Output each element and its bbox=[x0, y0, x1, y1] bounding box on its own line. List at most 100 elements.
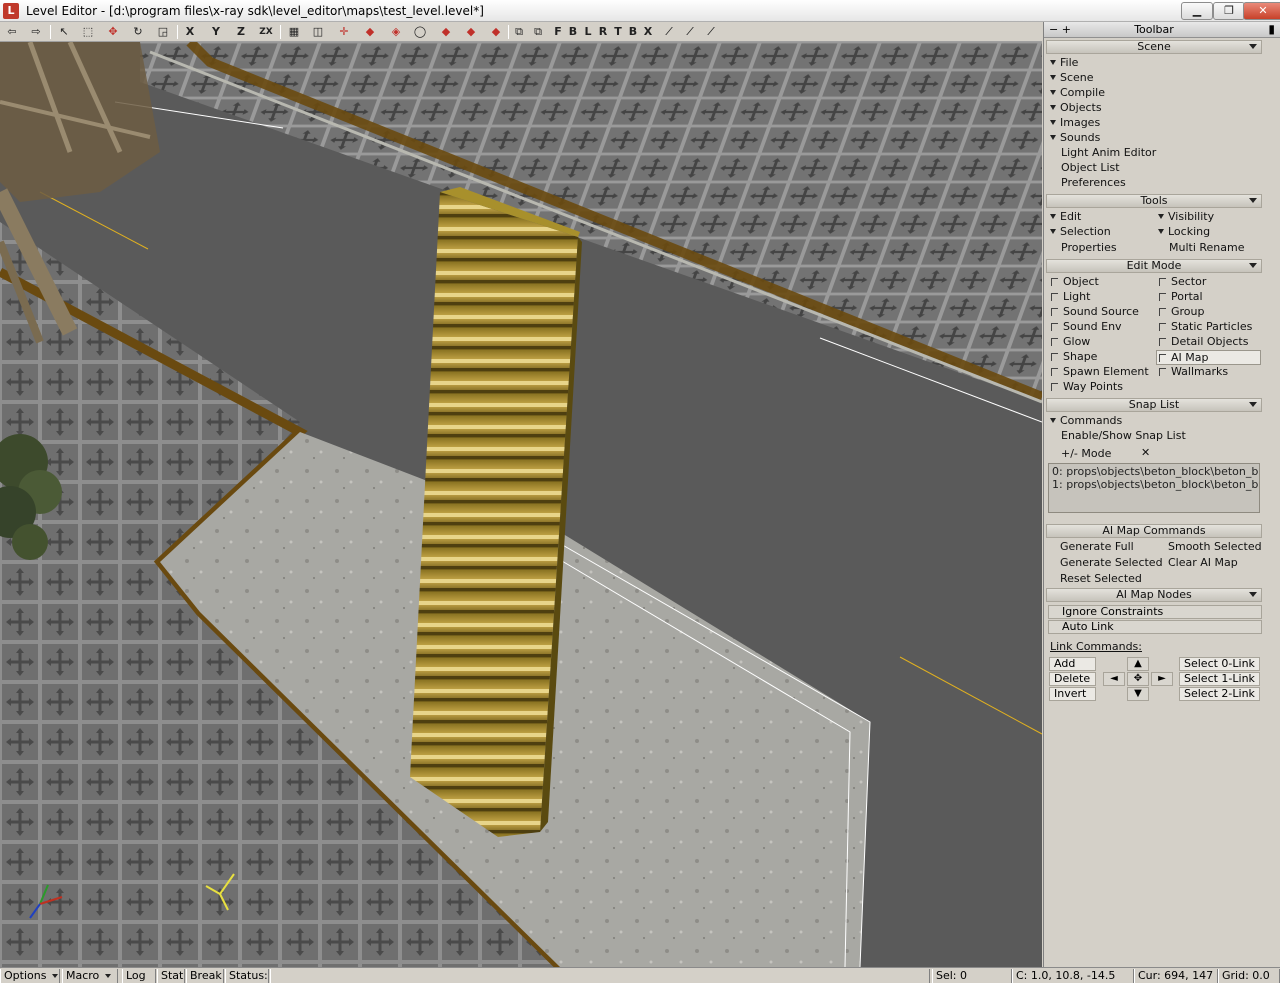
snap-vertex-icon[interactable]: ✛ bbox=[336, 24, 352, 40]
link-delete-button[interactable]: Delete bbox=[1049, 672, 1096, 686]
move-icon[interactable]: ✥ bbox=[105, 24, 121, 40]
mode-sound-source[interactable]: Sound Source bbox=[1051, 305, 1139, 319]
snap-clear-icon[interactable]: ✕ bbox=[1141, 446, 1153, 460]
link-left-icon[interactable]: ◄ bbox=[1103, 672, 1125, 686]
axis-zx-icon[interactable]: ZX bbox=[256, 24, 276, 40]
generate-full-button[interactable]: Generate Full bbox=[1060, 540, 1134, 554]
menu-scene[interactable]: Scene bbox=[1050, 71, 1094, 85]
snap-scale-icon[interactable]: ◆ bbox=[488, 24, 504, 40]
ai-map-commands-section-header[interactable]: AI Map Commands bbox=[1046, 524, 1262, 538]
link-up-icon[interactable]: ▲ bbox=[1127, 657, 1149, 671]
edit-mode-section-header[interactable]: Edit Mode bbox=[1046, 259, 1262, 273]
3d-viewport[interactable] bbox=[0, 42, 1042, 967]
mode-way-points[interactable]: Way Points bbox=[1051, 380, 1123, 394]
axis-y-icon[interactable]: Y bbox=[208, 24, 224, 40]
tools-multi-rename[interactable]: Multi Rename bbox=[1169, 241, 1245, 255]
link-add-button[interactable]: Add bbox=[1049, 657, 1096, 671]
mode-shape[interactable]: Shape bbox=[1051, 350, 1097, 364]
camera-plane-icon[interactable]: ⁄ bbox=[661, 24, 677, 40]
snap-magnet-icon[interactable]: ◆ bbox=[362, 24, 378, 40]
close-button[interactable]: ✕ bbox=[1243, 2, 1280, 20]
select-1-link-button[interactable]: Select 1-Link bbox=[1179, 672, 1260, 686]
mode-ai-map[interactable]: AI Map bbox=[1156, 350, 1261, 365]
axis-z-icon[interactable]: Z bbox=[233, 24, 249, 40]
snap-list-section-header[interactable]: Snap List bbox=[1046, 398, 1262, 412]
view-reset-icon[interactable]: X bbox=[640, 24, 656, 40]
view-top-icon[interactable]: T bbox=[610, 24, 626, 40]
menu-object-list[interactable]: Object List bbox=[1061, 161, 1120, 175]
snap-list-item[interactable]: 0: props\objects\beton_block\beton_block… bbox=[1052, 465, 1258, 478]
snap-grid-icon[interactable]: ▦ bbox=[286, 24, 302, 40]
log-button[interactable]: Log bbox=[122, 969, 156, 983]
view-bottom-icon[interactable]: B bbox=[625, 24, 641, 40]
snap-object-icon[interactable]: ◫ bbox=[310, 24, 326, 40]
scene-section-header[interactable]: Scene bbox=[1046, 40, 1262, 54]
enable-show-snap-list-button[interactable]: Enable/Show Snap List bbox=[1061, 429, 1186, 443]
snap-list-item[interactable]: 1: props\objects\beton_block\beton_block… bbox=[1052, 478, 1258, 491]
snap-angle-icon[interactable]: ◯ bbox=[412, 24, 428, 40]
snap-mode-button[interactable]: +/- Mode bbox=[1061, 447, 1147, 461]
camera-free-icon[interactable]: ⁄ bbox=[703, 24, 719, 40]
select-0-link-button[interactable]: Select 0-Link bbox=[1179, 657, 1260, 671]
mode-static-particles[interactable]: Static Particles bbox=[1159, 320, 1252, 334]
view-back-icon[interactable]: B bbox=[565, 24, 581, 40]
mode-wallmarks[interactable]: Wallmarks bbox=[1159, 365, 1228, 379]
tools-edit[interactable]: Edit bbox=[1050, 210, 1081, 224]
ai-map-nodes-section-header[interactable]: AI Map Nodes bbox=[1046, 588, 1262, 602]
axis-x-icon[interactable]: X bbox=[182, 24, 198, 40]
camera-arc-icon[interactable]: ⁄ bbox=[682, 24, 698, 40]
link-right-icon[interactable]: ► bbox=[1151, 672, 1173, 686]
ignore-constraints-button[interactable]: Ignore Constraints bbox=[1048, 605, 1262, 619]
mode-group[interactable]: Group bbox=[1159, 305, 1205, 319]
clear-ai-map-button[interactable]: Clear AI Map bbox=[1168, 556, 1238, 570]
macro-menu[interactable]: Macro bbox=[62, 969, 118, 983]
tools-visibility[interactable]: Visibility bbox=[1158, 210, 1214, 224]
stat-button[interactable]: Stat bbox=[157, 969, 185, 983]
minimize-button[interactable]: ▁ bbox=[1181, 2, 1213, 20]
auto-link-button[interactable]: Auto Link bbox=[1048, 620, 1262, 634]
link-down-icon[interactable]: ▼ bbox=[1127, 687, 1149, 701]
menu-images[interactable]: Images bbox=[1050, 116, 1100, 130]
mode-glow[interactable]: Glow bbox=[1051, 335, 1090, 349]
redo-icon[interactable]: ⇨ bbox=[28, 24, 44, 40]
menu-light-anim-editor[interactable]: Light Anim Editor bbox=[1061, 146, 1156, 160]
select-2-link-button[interactable]: Select 2-Link bbox=[1179, 687, 1260, 701]
break-button[interactable]: Break bbox=[186, 969, 224, 983]
menu-objects[interactable]: Objects bbox=[1050, 101, 1102, 115]
mode-light[interactable]: Light bbox=[1051, 290, 1090, 304]
menu-preferences[interactable]: Preferences bbox=[1061, 176, 1126, 190]
snap-commands[interactable]: Commands bbox=[1050, 414, 1122, 428]
panel-close-icon[interactable]: ▮ bbox=[1268, 22, 1275, 36]
menu-file[interactable]: File bbox=[1050, 56, 1078, 70]
menu-compile[interactable]: Compile bbox=[1050, 86, 1105, 100]
zoom-extent-icon[interactable]: ⧉ bbox=[511, 24, 527, 40]
snap-rotate-icon[interactable]: ◆ bbox=[463, 24, 479, 40]
reset-selected-button[interactable]: Reset Selected bbox=[1060, 572, 1142, 586]
object-icon[interactable]: ⬚ bbox=[80, 24, 96, 40]
tools-section-header[interactable]: Tools bbox=[1046, 194, 1262, 208]
view-front-icon[interactable]: F bbox=[550, 24, 566, 40]
maximize-button[interactable]: ❐ bbox=[1213, 2, 1245, 20]
tools-locking[interactable]: Locking bbox=[1158, 225, 1210, 239]
snap-list-box[interactable]: 0: props\objects\beton_block\beton_block… bbox=[1048, 463, 1260, 513]
mode-sound-env[interactable]: Sound Env bbox=[1051, 320, 1122, 334]
generate-selected-button[interactable]: Generate Selected bbox=[1060, 556, 1163, 570]
view-left-icon[interactable]: L bbox=[580, 24, 596, 40]
link-invert-button[interactable]: Invert bbox=[1049, 687, 1096, 701]
scale-icon[interactable]: ◲ bbox=[155, 24, 171, 40]
zoom-selected-icon[interactable]: ⧉ bbox=[530, 24, 546, 40]
smooth-selected-button[interactable]: Smooth Selected bbox=[1168, 540, 1262, 554]
view-right-icon[interactable]: R bbox=[595, 24, 611, 40]
options-menu[interactable]: Options bbox=[0, 969, 60, 983]
snap-normal-icon[interactable]: ◈ bbox=[388, 24, 404, 40]
rotate-icon[interactable]: ↻ bbox=[130, 24, 146, 40]
tools-properties[interactable]: Properties bbox=[1061, 241, 1117, 255]
snap-move-icon[interactable]: ◆ bbox=[438, 24, 454, 40]
undo-icon[interactable]: ⇦ bbox=[4, 24, 20, 40]
mode-sector[interactable]: Sector bbox=[1159, 275, 1206, 289]
select-arrow-icon[interactable]: ↖ bbox=[56, 24, 72, 40]
mode-spawn-element[interactable]: Spawn Element bbox=[1051, 365, 1149, 379]
menu-sounds[interactable]: Sounds bbox=[1050, 131, 1100, 145]
tools-selection[interactable]: Selection bbox=[1050, 225, 1111, 239]
mode-portal[interactable]: Portal bbox=[1159, 290, 1203, 304]
